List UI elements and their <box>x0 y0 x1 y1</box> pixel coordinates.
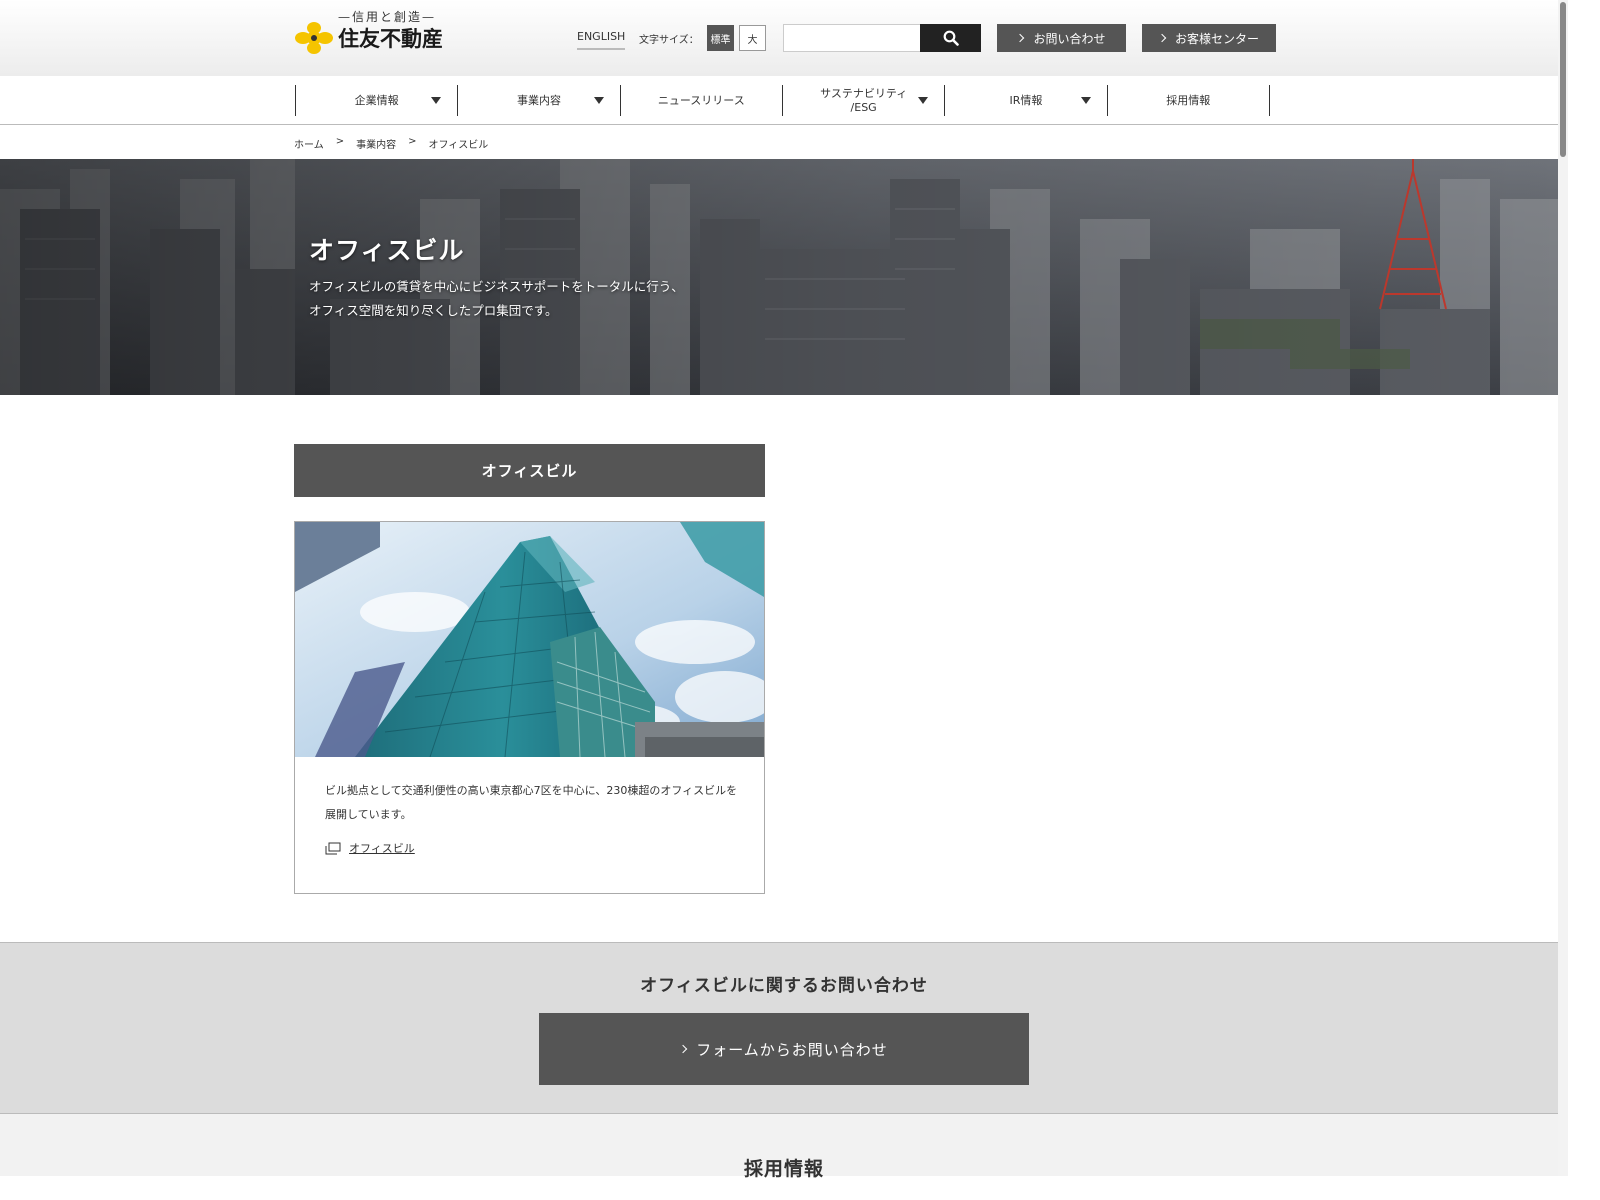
city-skyline-image <box>0 159 1568 395</box>
hero-banner: オフィスビル オフィスビルの賃貸を中心にビジネスサポートをトータルに行う、 オフ… <box>0 159 1568 395</box>
office-building-card: ビル拠点として交通利便性の高い東京都心7区を中心に、230棟超のオフィスビルを展… <box>294 521 765 894</box>
company-name: 住友不動産 <box>338 27 443 51</box>
font-size-large-button[interactable]: 大 <box>739 25 766 51</box>
nav-item-news[interactable]: ニュースリリース <box>619 85 782 116</box>
search-input[interactable] <box>783 24 921 52</box>
site-header: —信用と創造— 住友不動産 ENGLISH 文字サイズ： 標準 大 お問い合わせ… <box>0 0 1568 76</box>
chevron-right-icon <box>1016 33 1025 43</box>
office-building-link-label: オフィスビル <box>349 842 415 855</box>
chevron-right-icon <box>678 1044 688 1054</box>
search-icon <box>943 30 959 46</box>
company-logo[interactable]: —信用と創造— 住友不動産 <box>294 8 464 58</box>
breadcrumb-business[interactable]: 事業内容 <box>356 136 396 151</box>
office-tower-photo <box>295 522 764 757</box>
nav-item-business[interactable]: 事業内容 <box>457 85 619 116</box>
nav-item-label: 採用情報 <box>1166 93 1211 107</box>
chevron-right-icon <box>1157 33 1167 43</box>
nav-item-label: サステナビリティ /ESG <box>820 87 908 114</box>
nav-item-ir[interactable]: IR情報 <box>944 85 1106 116</box>
nav-item-label: 企業情報 <box>354 93 399 107</box>
new-window-icon <box>325 842 341 854</box>
search-button[interactable] <box>920 24 981 52</box>
office-building-image[interactable] <box>295 522 764 757</box>
global-nav: 企業情報 事業内容 ニュースリリース サステナビリティ /ESG IR情報 採用… <box>0 76 1568 125</box>
font-size-label: 文字サイズ： <box>639 35 699 46</box>
nav-item-recruit[interactable]: 採用情報 <box>1106 85 1270 116</box>
nav-item-label: ニュースリリース <box>657 93 745 107</box>
contact-section: オフィスビルに関するお問い合わせ フォームからお問い合わせ <box>0 942 1568 1114</box>
page-title: オフィスビル <box>309 236 465 265</box>
section-heading: オフィスビル <box>294 444 765 497</box>
caret-down-icon <box>593 97 604 104</box>
customer-center-button-label: お客様センター <box>1174 31 1259 46</box>
font-size-standard-button[interactable]: 標準 <box>707 25 734 51</box>
logo-mark-icon <box>295 22 333 54</box>
nav-item-label: IR情報 <box>1009 93 1043 107</box>
breadcrumb-current: オフィスビル <box>428 140 489 151</box>
contact-button[interactable]: お問い合わせ <box>997 24 1126 52</box>
contact-heading: オフィスビルに関するお問い合わせ <box>640 976 928 996</box>
breadcrumb-separator: > <box>335 136 345 147</box>
card-description: ビル拠点として交通利便性の高い東京都心7区を中心に、230棟超のオフィスビルを展… <box>325 784 738 821</box>
scrollbar-thumb[interactable] <box>1560 2 1566 157</box>
caret-down-icon <box>431 97 442 104</box>
page-scrollbar[interactable] <box>1558 0 1568 1176</box>
contact-form-button[interactable]: フォームからお問い合わせ <box>539 1013 1029 1085</box>
breadcrumb: ホーム > 事業内容 > オフィスビル <box>294 136 488 151</box>
hero-description-line: オフィス空間を知り尽くしたプロ集団です。 <box>309 303 558 318</box>
nav-item-sustainability[interactable]: サステナビリティ /ESG <box>781 85 944 116</box>
hero-description: オフィスビルの賃貸を中心にビジネスサポートをトータルに行う、 オフィス空間を知り… <box>309 275 739 323</box>
nav-item-label: 事業内容 <box>516 93 561 107</box>
breadcrumb-separator: > <box>408 136 417 147</box>
customer-center-button[interactable]: お客様センター <box>1142 24 1276 52</box>
breadcrumb-home[interactable]: ホーム <box>294 136 324 151</box>
office-building-link[interactable]: オフィスビル <box>325 840 415 856</box>
contact-form-button-label: フォームからお問い合わせ <box>696 1040 888 1059</box>
recruit-section: 採用情報 <box>0 1114 1568 1180</box>
hero-description-line: オフィスビルの賃貸を中心にビジネスサポートをトータルに行う、 <box>309 279 684 294</box>
nav-item-corporate[interactable]: 企業情報 <box>295 85 457 116</box>
recruit-heading: 採用情報 <box>743 1158 824 1180</box>
caret-down-icon <box>1080 97 1091 104</box>
caret-down-icon <box>918 97 929 104</box>
english-link[interactable]: ENGLISH <box>577 30 626 50</box>
contact-button-label: お問い合わせ <box>1033 31 1106 46</box>
